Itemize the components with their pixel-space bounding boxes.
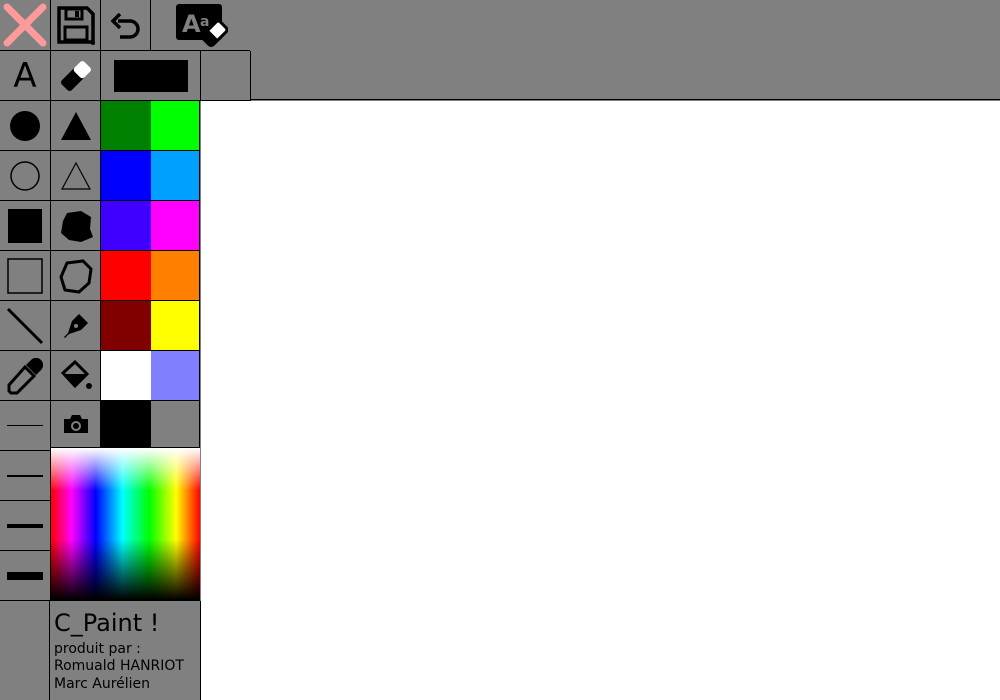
svg-text:a: a xyxy=(200,14,209,30)
color-swatch[interactable] xyxy=(151,201,200,251)
filled-circle-tool[interactable] xyxy=(0,101,51,151)
close-button[interactable] xyxy=(0,0,51,51)
color-swatch[interactable] xyxy=(151,101,200,151)
color-swatch[interactable] xyxy=(151,301,200,351)
filled-square-icon xyxy=(8,208,42,243)
color-swatch[interactable] xyxy=(101,101,152,151)
credits-author-1: Romuald HANRIOT xyxy=(54,658,184,674)
outline-square-tool[interactable] xyxy=(0,251,51,301)
outline-polygon-icon xyxy=(58,258,93,294)
outline-circle-tool[interactable] xyxy=(0,151,51,201)
color-swatch[interactable] xyxy=(101,351,152,401)
line-width-8[interactable] xyxy=(0,551,51,601)
screenshot-button[interactable] xyxy=(51,401,101,448)
credits-author-2: Marc Aurélien xyxy=(54,676,151,692)
outline-circle-icon xyxy=(10,160,40,191)
save-button[interactable] xyxy=(51,0,101,51)
line-icon xyxy=(6,307,44,344)
paint-bucket-icon xyxy=(60,359,92,389)
filled-polygon-icon xyxy=(60,210,93,242)
pen-tool[interactable] xyxy=(51,301,101,351)
empty-slot xyxy=(201,51,251,101)
line-width-sample xyxy=(7,474,43,477)
eyedropper-tool[interactable] xyxy=(0,351,51,401)
color-swatch[interactable] xyxy=(151,151,200,201)
filled-polygon-tool[interactable] xyxy=(51,201,101,251)
drawing-canvas[interactable] xyxy=(201,101,1000,700)
current-color-swatch xyxy=(113,59,188,92)
erase-text-button[interactable]: A a xyxy=(151,0,251,51)
undo-button[interactable] xyxy=(101,0,151,51)
current-color-display xyxy=(101,51,201,101)
line-width-1[interactable] xyxy=(0,401,51,451)
color-spectrum-picker[interactable] xyxy=(51,448,200,601)
color-swatch[interactable] xyxy=(101,301,152,351)
empty-panel xyxy=(0,601,50,700)
credits-produced-by: produit par : xyxy=(54,641,141,657)
camera-icon xyxy=(63,415,88,433)
outline-triangle-icon xyxy=(60,161,91,190)
line-width-sample xyxy=(7,523,43,528)
text-eraser-icon: A a xyxy=(175,4,228,47)
line-width-sample xyxy=(7,425,43,426)
pen-nib-icon xyxy=(63,313,88,338)
line-width-sample xyxy=(7,571,43,580)
filled-square-tool[interactable] xyxy=(0,201,51,251)
outline-square-icon xyxy=(7,257,43,294)
floppy-disk-icon xyxy=(56,6,95,45)
eraser-icon xyxy=(60,60,91,91)
line-width-2[interactable] xyxy=(0,451,51,501)
outline-polygon-tool[interactable] xyxy=(51,251,101,301)
line-width-4[interactable] xyxy=(0,501,51,551)
color-swatch[interactable] xyxy=(101,151,152,201)
text-tool-icon: A xyxy=(13,55,37,96)
paint-bucket-tool[interactable] xyxy=(51,351,101,401)
color-swatch[interactable] xyxy=(101,401,152,448)
eraser-button[interactable] xyxy=(51,51,101,101)
filled-circle-icon xyxy=(10,110,40,141)
color-swatch[interactable] xyxy=(151,351,200,401)
color-swatch[interactable] xyxy=(101,201,152,251)
line-tool[interactable] xyxy=(0,301,51,351)
close-icon xyxy=(3,3,47,47)
filled-triangle-icon xyxy=(60,111,91,140)
filled-triangle-tool[interactable] xyxy=(51,101,101,151)
undo-icon xyxy=(110,12,140,39)
svg-text:A: A xyxy=(182,10,201,38)
color-swatch[interactable] xyxy=(151,401,200,448)
eyedropper-icon xyxy=(7,357,44,394)
color-swatch[interactable] xyxy=(151,251,200,301)
outline-triangle-tool[interactable] xyxy=(51,151,101,201)
app-title: C_Paint ! xyxy=(54,609,160,637)
credits-panel: C_Paint ! produit par : Romuald HANRIOT … xyxy=(51,601,200,700)
text-tool-button[interactable]: A xyxy=(0,51,51,101)
top-toolbar-area xyxy=(250,0,1000,100)
color-swatch[interactable] xyxy=(101,251,152,301)
